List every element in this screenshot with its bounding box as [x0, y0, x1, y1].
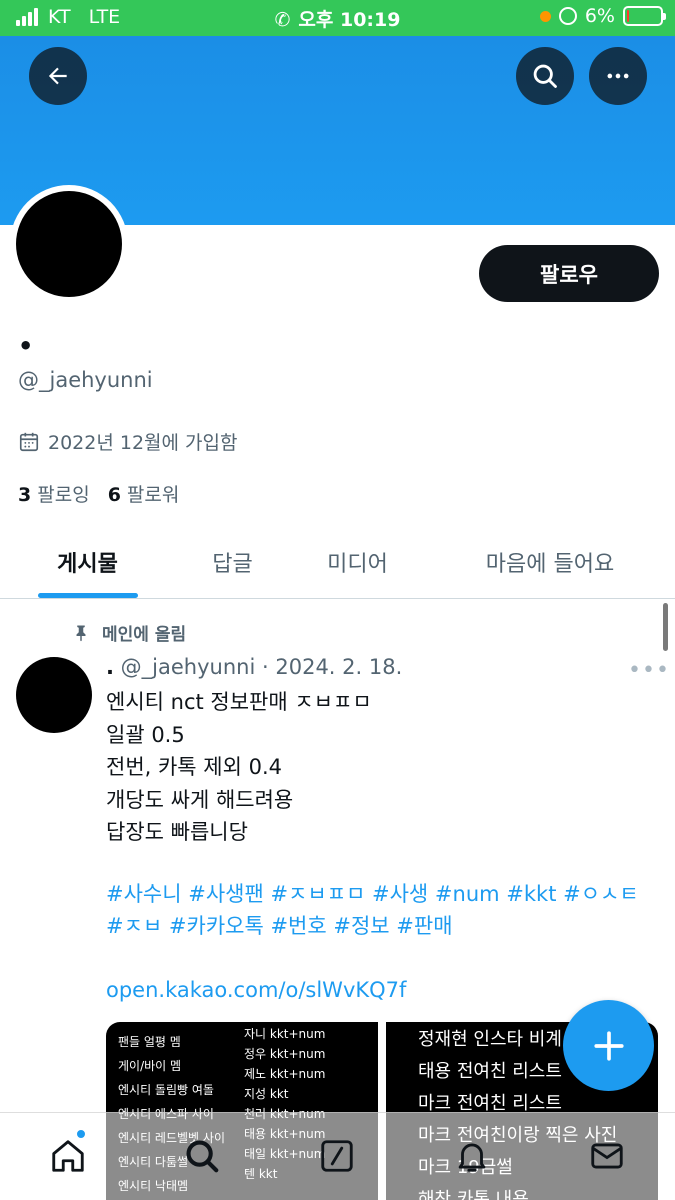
nav-messages[interactable] — [586, 1135, 628, 1177]
tweet-author-name[interactable]: . — [106, 655, 114, 679]
followers-count: 6 — [107, 484, 121, 506]
phone-icon: ✆ — [274, 9, 291, 31]
grok-icon — [321, 1140, 353, 1172]
media-text-line: 정우 kkt+num — [244, 1047, 326, 1061]
following-label: 팔로잉 — [37, 484, 90, 506]
joined-text: 2022년 12월에 가입함 — [48, 432, 238, 454]
compose-plus-icon — [593, 1030, 624, 1061]
pinned-label: 메인에 올림 — [102, 625, 187, 645]
compose-button[interactable] — [563, 1000, 654, 1091]
search-icon — [186, 1140, 219, 1173]
media-text-line: 게이/바이 멤 — [118, 1059, 182, 1073]
battery-fill — [627, 10, 629, 22]
notifications-icon — [458, 1143, 486, 1172]
followers-link[interactable]: 6 팔로워 — [108, 480, 180, 507]
tweet-text: 엔시티 nct 정보판매 ㅈㅂㅍㅁ 일괄 0.5 전번, 카톡 제외 0.4 개… — [106, 686, 646, 849]
tweet-line: 전번, 카톡 제외 0.4 — [106, 755, 283, 779]
scrollbar[interactable] — [663, 603, 668, 651]
tweet-link[interactable]: open.kakao.com/o/slWvKQ7f — [106, 978, 406, 1002]
battery-percent: 6% — [584, 5, 615, 27]
tab-label: 답글 — [212, 551, 253, 577]
follow-stats: 3 팔로잉 6 팔로워 — [18, 480, 179, 507]
following-count: 3 — [18, 484, 32, 506]
nav-search[interactable] — [181, 1135, 223, 1177]
tab-label: 게시물 — [57, 551, 118, 577]
tweet-line: 일괄 0.5 — [106, 722, 185, 747]
pin-icon — [76, 625, 86, 641]
joined-date: 2022년 12월에 가입함 — [18, 428, 238, 455]
time-label: 오후 10:19 — [298, 9, 401, 31]
tab-likes[interactable]: 마음에 들어요 — [425, 525, 675, 598]
home-icon — [52, 1140, 84, 1172]
media-text-line: 제노 kkt+num — [244, 1067, 326, 1081]
calendar-icon — [19, 432, 39, 451]
search-button[interactable] — [516, 47, 574, 105]
tweet-header: . @_jaehyunni · 2024. 2. 18. — [106, 655, 402, 679]
tweet-hashtags[interactable]: #사수니 #사생팬 #ㅈㅂㅍㅁ #사생 #num #kkt #ㅇㅅㅌ #ㅈㅂ #… — [106, 878, 651, 942]
battery-icon — [623, 6, 666, 26]
tab-replies[interactable]: 답글 — [175, 525, 290, 598]
status-bar: KT LTE ✆ 오후 10:19 6% — [0, 0, 675, 36]
nav-notifications[interactable] — [451, 1135, 493, 1177]
pinned-indicator: 메인에 올림 — [72, 620, 186, 645]
nav-home[interactable] — [47, 1135, 89, 1177]
tab-label: 마음에 들어요 — [485, 551, 615, 577]
home-notification-dot — [76, 1129, 86, 1139]
tweet-more-button[interactable]: ••• — [628, 658, 670, 683]
tweet-separator: · — [261, 655, 269, 679]
profile-tabs: 게시물 답글 미디어 마음에 들어요 — [0, 525, 675, 599]
avatar-image — [16, 191, 122, 297]
more-icon — [607, 73, 629, 79]
nav-grok[interactable] — [316, 1135, 358, 1177]
status-right: 6% — [539, 5, 666, 27]
media-text-line: 자니 kkt+num — [244, 1027, 326, 1041]
more-button[interactable] — [589, 47, 647, 105]
tweet-line: 답장도 빠릅니당 — [106, 820, 248, 844]
tweet-line: 개당도 싸게 해드려용 — [106, 787, 294, 812]
tab-media[interactable]: 미디어 — [290, 525, 425, 598]
profile-avatar[interactable] — [10, 185, 128, 303]
display-name: • — [18, 332, 34, 360]
user-handle: @_jaehyunni — [18, 368, 153, 392]
back-button[interactable] — [29, 47, 87, 105]
rotation-lock-icon — [558, 7, 577, 25]
followers-label: 팔로워 — [126, 484, 180, 506]
follow-button[interactable]: 팔로우 — [479, 245, 659, 302]
search-icon — [533, 64, 557, 88]
following-link[interactable]: 3 팔로잉 — [18, 480, 90, 507]
mic-indicator-icon — [539, 10, 551, 22]
tweet-line: 엔시티 nct 정보판매 ㅈㅂㅍㅁ — [106, 690, 372, 714]
messages-icon — [591, 1143, 623, 1169]
back-arrow-icon — [48, 67, 67, 85]
tweet-avatar[interactable] — [16, 657, 92, 733]
tweet-date[interactable]: 2024. 2. 18. — [275, 655, 402, 679]
bottom-nav — [0, 1112, 675, 1200]
media-text-line: 지성 kkt — [244, 1087, 289, 1101]
tab-posts[interactable]: 게시물 — [0, 525, 175, 598]
tab-label: 미디어 — [327, 551, 388, 577]
tweet-author-handle[interactable]: @_jaehyunni — [121, 655, 256, 679]
media-text-line: 엔시티 돌림빵 여돌 — [118, 1083, 214, 1097]
media-text-line: 팬들 얼평 멤 — [118, 1035, 181, 1049]
